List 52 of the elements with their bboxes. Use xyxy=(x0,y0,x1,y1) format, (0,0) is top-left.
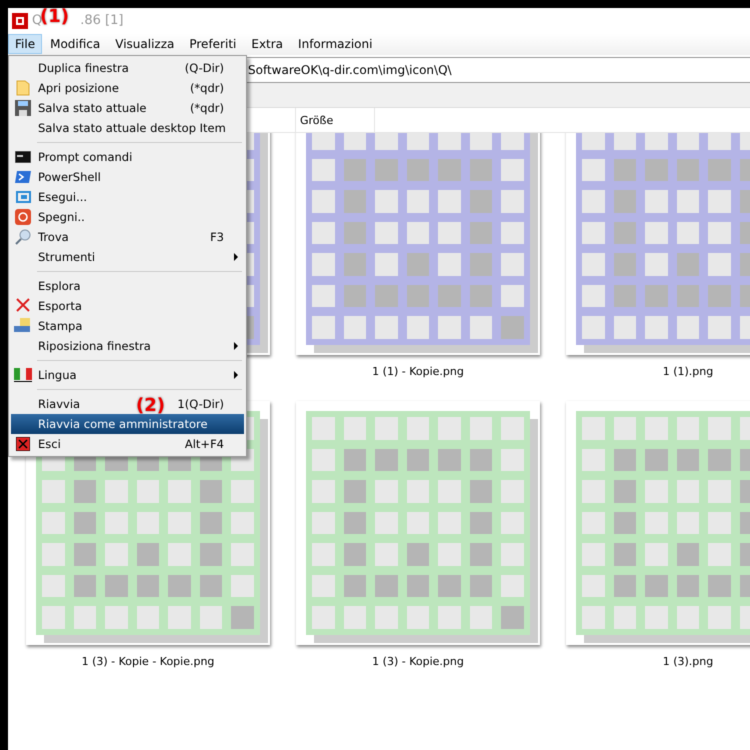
menu-item[interactable]: Esporta xyxy=(38,299,82,313)
window-title: Q xyxy=(32,13,42,28)
menu-item[interactable]: Stampa xyxy=(38,319,82,333)
window-title: .86 [1] xyxy=(80,13,124,28)
thumbnail-card[interactable] xyxy=(296,401,540,645)
file-name[interactable]: 1 (3) - Kopie - Kopie.png xyxy=(82,655,214,671)
menu-item[interactable]: Modifica xyxy=(43,34,108,54)
menu-item[interactable]: Informazioni xyxy=(291,34,380,54)
powershell-icon xyxy=(15,171,31,183)
menu-item[interactable]: Trova xyxy=(38,230,69,244)
menu-item[interactable]: Spegni.. xyxy=(38,210,85,224)
menu-item[interactable]: File xyxy=(8,34,42,54)
file-name[interactable]: 1 (1) - Kopie.png xyxy=(372,365,464,381)
column-header[interactable]: Größe xyxy=(295,108,375,132)
menu-item[interactable]: Riavvia come amministratore xyxy=(11,414,244,434)
menu-item[interactable]: Salva stato attuale desktop Item xyxy=(38,121,226,135)
menu-item[interactable]: Riavvia xyxy=(38,397,80,411)
menu-item[interactable]: Esci xyxy=(38,437,61,451)
flag-icon xyxy=(14,368,32,382)
printer-icon xyxy=(14,318,32,334)
cross-icon xyxy=(15,298,31,314)
menu-item[interactable]: Extra xyxy=(244,34,290,54)
menu-item[interactable]: Salva stato attuale xyxy=(38,101,146,115)
menu-item[interactable]: PowerShell xyxy=(38,170,101,184)
folder-icon xyxy=(16,80,30,96)
menu-item[interactable]: Strumenti xyxy=(38,250,96,264)
shortcut-text: F3 xyxy=(210,230,224,244)
shortcut-text: (*qdr) xyxy=(190,81,224,95)
shortcut-text: Alt+F4 xyxy=(184,437,224,451)
menu-item[interactable]: Duplica finestra xyxy=(38,61,129,75)
console-icon xyxy=(15,151,31,163)
close-icon xyxy=(16,437,30,451)
annotation-label: (2) xyxy=(136,395,165,416)
shortcut-text: 1(Q-Dir) xyxy=(177,397,224,411)
annotation-label: (1) xyxy=(40,8,69,26)
menu-item[interactable]: Visualizza xyxy=(108,34,182,54)
app-icon xyxy=(12,12,28,28)
file-name[interactable]: 1 (1).png xyxy=(662,365,714,381)
power-icon xyxy=(15,209,31,225)
menu-item[interactable]: Esplora xyxy=(38,279,81,293)
menu-item[interactable]: Apri posizione xyxy=(38,81,119,95)
shortcut-text: (Q-Dir) xyxy=(184,61,224,75)
menu-item[interactable]: Preferiti xyxy=(182,34,244,54)
search-icon xyxy=(15,229,31,245)
menu-item[interactable]: Riposiziona finestra xyxy=(38,339,151,353)
menu-item[interactable]: Prompt comandi xyxy=(38,150,132,164)
shortcut-text: (*qdr) xyxy=(190,101,224,115)
file-name[interactable]: 1 (3) - Kopie.png xyxy=(372,655,464,671)
window-icon xyxy=(15,191,31,203)
menu-item[interactable]: Esegui... xyxy=(38,190,88,204)
file-name[interactable]: 1 (3).png xyxy=(662,655,714,671)
menu-item[interactable]: Lingua xyxy=(38,368,77,382)
